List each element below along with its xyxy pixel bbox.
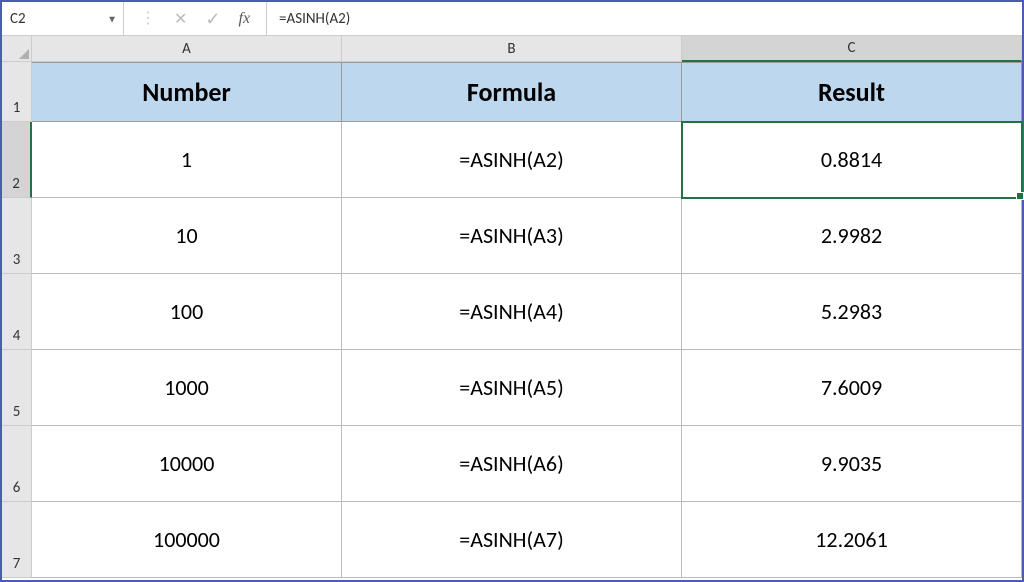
- cell-A5[interactable]: 1000: [32, 350, 342, 426]
- cell-B5[interactable]: =ASINH(A5): [342, 350, 682, 426]
- cell-C5[interactable]: 7.6009: [682, 350, 1022, 426]
- row-head-5[interactable]: 5: [2, 350, 32, 426]
- cell-C1[interactable]: Result: [682, 62, 1022, 122]
- cell-B4[interactable]: =ASINH(A4): [342, 274, 682, 350]
- formula-bar: C2 ▼ ⋮ ✕ ✓ fx =ASINH(A2): [2, 2, 1022, 36]
- cancel-icon[interactable]: ✕: [174, 9, 187, 29]
- row-head-3[interactable]: 3: [2, 198, 32, 274]
- enter-icon[interactable]: ✓: [205, 8, 220, 30]
- fx-icon[interactable]: fx: [239, 10, 251, 28]
- formula-input-value: =ASINH(A2): [279, 10, 350, 28]
- dots-icon: ⋮: [140, 11, 156, 27]
- col-head-A[interactable]: A: [32, 36, 342, 62]
- select-all-corner[interactable]: [2, 36, 32, 62]
- chevron-down-icon[interactable]: ▼: [107, 12, 117, 25]
- cell-A3[interactable]: 10: [32, 198, 342, 274]
- cell-B7[interactable]: =ASINH(A7): [342, 502, 682, 578]
- cell-A4[interactable]: 100: [32, 274, 342, 350]
- row-head-4[interactable]: 4: [2, 274, 32, 350]
- row-head-2[interactable]: 2: [2, 122, 32, 198]
- cell-A7[interactable]: 100000: [32, 502, 342, 578]
- col-head-C[interactable]: C: [682, 36, 1022, 62]
- name-box-value: C2: [10, 10, 26, 28]
- cell-B6[interactable]: =ASINH(A6): [342, 426, 682, 502]
- row-head-1[interactable]: 1: [2, 62, 32, 122]
- cell-A6[interactable]: 10000: [32, 426, 342, 502]
- cell-C3[interactable]: 2.9982: [682, 198, 1022, 274]
- cell-C2[interactable]: 0.8814: [682, 122, 1022, 198]
- formula-input[interactable]: =ASINH(A2): [267, 2, 1022, 35]
- cell-B2[interactable]: =ASINH(A2): [342, 122, 682, 198]
- spreadsheet-grid: A B C 1 Number Formula Result 2 1 =ASINH…: [2, 36, 1022, 578]
- col-head-B[interactable]: B: [342, 36, 682, 62]
- cell-B3[interactable]: =ASINH(A3): [342, 198, 682, 274]
- cell-C4[interactable]: 5.2983: [682, 274, 1022, 350]
- cell-B1[interactable]: Formula: [342, 62, 682, 122]
- row-head-7[interactable]: 7: [2, 502, 32, 578]
- name-box[interactable]: C2 ▼: [2, 2, 124, 35]
- formula-bar-buttons: ⋮ ✕ ✓ fx: [124, 2, 267, 35]
- cell-A2[interactable]: 1: [32, 122, 342, 198]
- cell-C6[interactable]: 9.9035: [682, 426, 1022, 502]
- cell-C7[interactable]: 12.2061: [682, 502, 1022, 578]
- cell-A1[interactable]: Number: [32, 62, 342, 122]
- row-head-6[interactable]: 6: [2, 426, 32, 502]
